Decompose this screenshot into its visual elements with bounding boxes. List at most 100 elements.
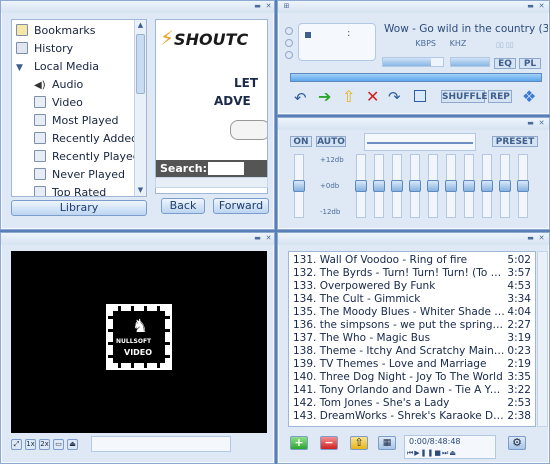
winamp-menu-icon[interactable]: ⊞	[282, 2, 291, 11]
playlist-row[interactable]: 139. TV Themes - Love and Marriage 2:19	[289, 358, 535, 371]
eq-slider-knob[interactable]	[391, 180, 403, 192]
search-input[interactable]	[208, 162, 244, 175]
double-size-button[interactable]	[285, 51, 293, 59]
option-button[interactable]	[285, 27, 293, 35]
tree-item-history[interactable]: History	[16, 40, 73, 58]
eq-titlebar[interactable]: ▬ ✕	[278, 118, 549, 130]
eq-slider-knob[interactable]	[463, 180, 475, 192]
browser-ad-button[interactable]	[230, 120, 267, 140]
tree-item-local-media[interactable]: ▼ Local Media	[16, 58, 99, 76]
eq-band-slider[interactable]	[517, 154, 529, 218]
pause-icon[interactable]: ⇧	[342, 87, 355, 106]
playlist-row[interactable]: 132. The Byrds - Turn! Turn! Turn! (To E…	[289, 267, 535, 280]
open-file-icon[interactable]	[414, 90, 426, 102]
select-icon[interactable]: ⇧	[350, 436, 368, 450]
close-icon[interactable]: ✕	[264, 234, 273, 243]
tree-item-top-rated[interactable]: Top Rated	[34, 184, 106, 196]
zoom-2x-button[interactable]: 2x	[39, 439, 50, 450]
play-icon[interactable]: ➔	[318, 87, 331, 106]
main-titlebar[interactable]: ⊞ ▬ ✕	[278, 1, 549, 13]
eq-band-slider[interactable]	[355, 154, 367, 218]
list-options-icon[interactable]: ⚙	[508, 436, 526, 450]
previous-icon[interactable]: ↶	[294, 89, 307, 107]
eq-band-slider[interactable]	[445, 154, 457, 218]
tree-scrollbar[interactable]: ▲ ▼	[134, 20, 146, 196]
video-screen[interactable]: ♞ NULLSOFT VIDEO	[11, 251, 267, 433]
playlist-scrollbar[interactable]	[537, 251, 548, 427]
song-title[interactable]: Wow - Go wild in the country (3:0	[384, 23, 548, 35]
repeat-button[interactable]: REP	[488, 90, 512, 103]
tree-item-bookmarks[interactable]: Bookmarks	[16, 22, 95, 40]
close-icon[interactable]: ✕	[537, 2, 546, 11]
eq-band-slider[interactable]	[373, 154, 385, 218]
tree-item-audio[interactable]: ◀) Audio	[34, 76, 83, 94]
playlist-row[interactable]: 137. The Who - Magic Bus 3:19	[289, 332, 535, 345]
minimize-icon[interactable]: ▬	[526, 119, 535, 128]
eq-band-slider[interactable]	[481, 154, 493, 218]
tree-item-video[interactable]: Video	[34, 94, 83, 112]
eq-slider-knob[interactable]	[373, 180, 385, 192]
eq-preamp-slider[interactable]	[293, 154, 305, 218]
playlist-row[interactable]: 142. Tom Jones - She's a Lady 2:53	[289, 397, 535, 410]
fullscreen-icon[interactable]: ⤢	[11, 439, 22, 450]
eq-band-slider[interactable]	[391, 154, 403, 218]
eq-band-slider[interactable]	[499, 154, 511, 218]
pl-toggle-button[interactable]: PL	[519, 58, 541, 69]
volume-slider[interactable]	[382, 57, 444, 67]
tree-scroll-thumb[interactable]	[136, 34, 145, 94]
library-button[interactable]: Library	[11, 200, 147, 216]
eq-toggle-button[interactable]: EQ	[494, 58, 516, 69]
shuffle-button[interactable]: SHUFFLE	[441, 90, 488, 103]
playlist-row[interactable]: 138. Theme - Itchy And Scratchy Main Tit…	[289, 345, 535, 358]
eq-slider-knob[interactable]	[355, 180, 367, 192]
forward-button[interactable]: Forward	[213, 198, 269, 214]
stop-icon[interactable]: ✕	[366, 87, 379, 106]
video-titlebar[interactable]: ▬ ✕	[1, 233, 274, 245]
misc-icon[interactable]: ▦	[378, 436, 396, 450]
browser-hscrollbar[interactable]	[155, 177, 268, 188]
eq-preset-button[interactable]: PRESET	[492, 136, 538, 147]
eq-band-slider[interactable]	[463, 154, 475, 218]
eq-slider-knob[interactable]	[427, 180, 439, 192]
playlist-row[interactable]: 143. DreamWorks - Shrek's Karaoke Danc..…	[289, 410, 535, 423]
mini-transport[interactable]: ⏮▶❚❚■⏭⏏	[407, 449, 457, 458]
minimize-icon[interactable]: ▬	[253, 2, 262, 11]
playlist-row[interactable]: 140. Three Dog Night - Joy To The World 3…	[289, 371, 535, 384]
tree-item-never-played[interactable]: Never Played	[34, 166, 125, 184]
eq-on-button[interactable]: ON	[290, 136, 312, 147]
eq-band-slider[interactable]	[427, 154, 439, 218]
library-titlebar[interactable]: ▬ ✕	[1, 1, 274, 13]
tv-icon[interactable]: ▭	[53, 439, 64, 450]
tree-item-recently-played[interactable]: Recently Played	[34, 148, 140, 166]
scroll-down-icon[interactable]: ▼	[135, 185, 146, 196]
back-button[interactable]: Back	[161, 198, 205, 214]
eq-slider-knob[interactable]	[517, 180, 529, 192]
add-icon[interactable]: +	[290, 436, 308, 450]
eq-slider-knob[interactable]	[481, 180, 493, 192]
minimize-icon[interactable]: ▬	[526, 234, 535, 243]
remove-icon[interactable]: −	[320, 436, 338, 450]
eq-slider-knob[interactable]	[293, 180, 305, 192]
eq-auto-button[interactable]: AUTO	[316, 136, 346, 147]
playlist-row[interactable]: 133. Overpowered By Funk 4:53	[289, 280, 535, 293]
playlist-titlebar[interactable]: ▬ ✕	[278, 233, 549, 245]
chevron-down-icon[interactable]: ▼	[16, 59, 28, 77]
playlist-row[interactable]: 136. the simpsons - we put the spring in…	[289, 319, 535, 332]
eq-slider-knob[interactable]	[445, 180, 457, 192]
minimize-icon[interactable]: ▬	[526, 2, 535, 11]
playlist-row[interactable]: 141. Tony Orlando and Dawn - Tie A Yello…	[289, 384, 535, 397]
tree-item-recently-added[interactable]: Recently Added	[34, 130, 138, 148]
eq-band-slider[interactable]	[409, 154, 421, 218]
eject-icon[interactable]: ⏏	[67, 439, 78, 450]
playlist-row[interactable]: 131. Wall Of Voodoo - Ring of fire 5:02	[289, 254, 535, 267]
balance-slider[interactable]	[450, 57, 490, 67]
close-icon[interactable]: ✕	[537, 119, 546, 128]
tree-item-most-played[interactable]: Most Played	[34, 112, 118, 130]
next-icon[interactable]: ↷	[388, 88, 401, 106]
scroll-up-icon[interactable]: ▲	[135, 20, 146, 31]
playlist-row[interactable]: 134. The Cult - Gimmick 3:34	[289, 293, 535, 306]
always-on-top-button[interactable]	[285, 39, 293, 47]
visualizer-display[interactable]: :	[298, 23, 376, 61]
windows-logo-icon[interactable]: ❖	[522, 87, 536, 106]
playlist-row[interactable]: 135. The Moody Blues - Whiter Shade of P…	[289, 306, 535, 319]
